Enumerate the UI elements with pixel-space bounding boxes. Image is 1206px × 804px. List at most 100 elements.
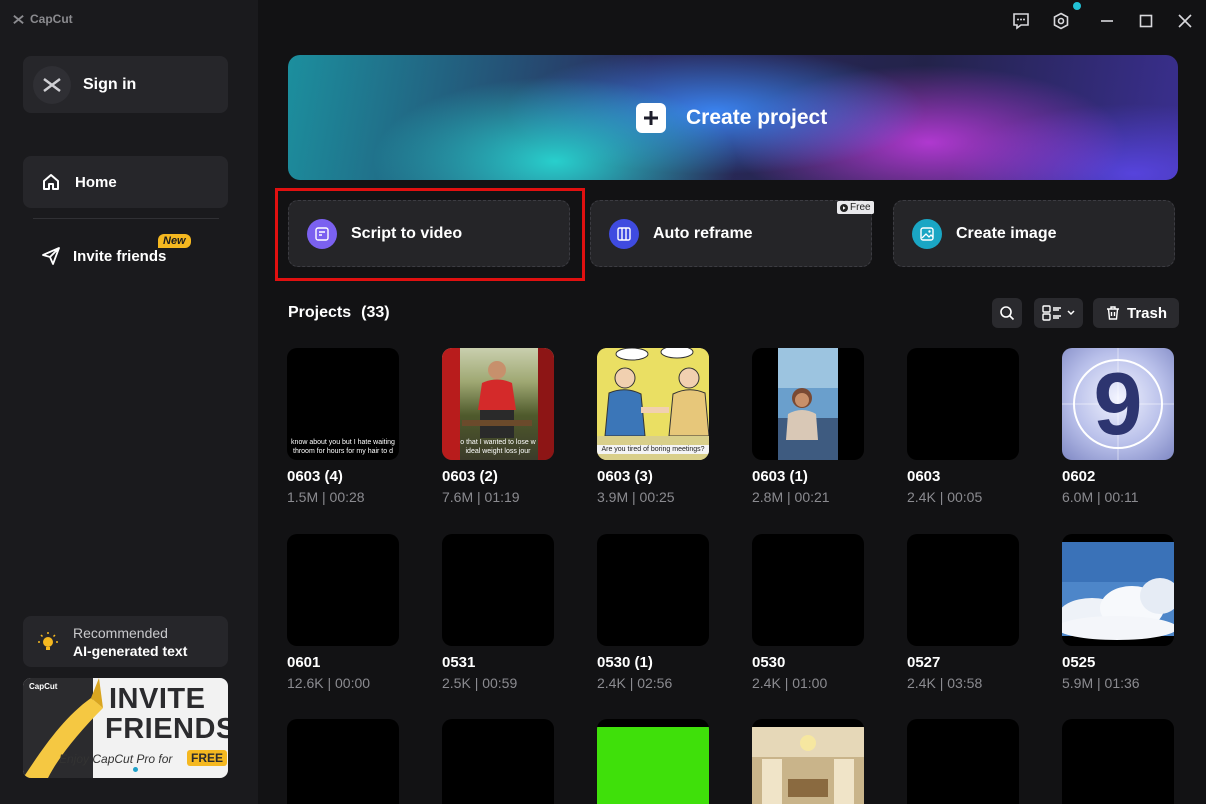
- create-project-label: Create project: [686, 106, 828, 129]
- script-to-video-button[interactable]: Script to video: [288, 200, 570, 267]
- new-badge: New: [158, 234, 191, 248]
- project-meta: 2.8M | 00:21: [752, 489, 830, 505]
- create-image-button[interactable]: Create image: [893, 200, 1175, 267]
- project-card[interactable]: [442, 719, 554, 804]
- sidebar-item-label: Home: [75, 173, 117, 191]
- project-card[interactable]: 0525 5.9M | 01:36: [1062, 534, 1174, 691]
- thumbnail-image: [597, 348, 709, 460]
- feedback-icon[interactable]: [1010, 10, 1032, 32]
- project-card[interactable]: [1062, 719, 1174, 804]
- project-card[interactable]: 0531 2.5K | 00:59: [442, 534, 554, 691]
- minimize-icon[interactable]: [1096, 10, 1118, 32]
- project-thumbnail: [442, 534, 554, 646]
- project-name: 0527: [907, 654, 941, 671]
- capcut-logo-icon: [13, 14, 24, 24]
- sidebar-item-home[interactable]: Home: [23, 156, 228, 208]
- sidebar-item-invite-friends[interactable]: Invite friends New: [23, 232, 228, 280]
- project-name: 0530: [752, 654, 786, 671]
- search-icon: [1000, 306, 1015, 321]
- app-logo: CapCut: [12, 12, 73, 26]
- project-card[interactable]: 0527 2.4K | 03:58: [907, 534, 1019, 691]
- free-badge: Free: [837, 201, 874, 214]
- chevron-down-icon: [1067, 310, 1075, 316]
- send-icon: [42, 247, 60, 265]
- home-icon: [43, 174, 59, 190]
- project-thumbnail: [752, 534, 864, 646]
- project-card[interactable]: 0530 (1) 2.4K | 02:56: [597, 534, 709, 691]
- project-meta: 3.9M | 00:25: [597, 489, 675, 505]
- project-thumbnail: [1062, 719, 1174, 804]
- banner-title-2: FRIENDS: [105, 713, 228, 745]
- project-card[interactable]: know about you but I hate waiting throom…: [287, 348, 399, 505]
- project-thumbnail: [907, 719, 1019, 804]
- project-meta: 2.4K | 02:56: [597, 675, 673, 691]
- trash-label: Trash: [1126, 304, 1168, 322]
- projects-title: Projects: [288, 304, 352, 321]
- project-card[interactable]: 0530 2.4K | 01:00: [752, 534, 864, 691]
- project-meta: 2.4K | 03:58: [907, 675, 983, 691]
- projects-count: (33): [361, 304, 390, 321]
- project-meta: 2.4K | 01:00: [752, 675, 828, 691]
- recommended-label: Recommended: [73, 624, 168, 641]
- project-meta: 2.4K | 00:05: [907, 489, 983, 505]
- project-thumbnail: Are you tired of boring meetings?: [597, 348, 709, 460]
- caption-line: know about you but I hate waiting: [291, 439, 395, 446]
- project-card[interactable]: [287, 719, 399, 804]
- sidebar-item-label: Invite friends: [73, 247, 167, 265]
- project-card[interactable]: [752, 719, 864, 804]
- project-name: 0603 (2): [442, 468, 498, 485]
- project-thumbnail: [907, 348, 1019, 460]
- banner-free-badge: FREE: [187, 750, 228, 766]
- plus-icon: [636, 103, 666, 133]
- project-card[interactable]: [907, 719, 1019, 804]
- sign-in-label: Sign in: [83, 75, 137, 93]
- create-project-button[interactable]: Create project: [288, 55, 1178, 180]
- project-card[interactable]: 0603 (1) 2.8M | 00:21: [752, 348, 864, 505]
- trash-icon: [1106, 306, 1119, 320]
- auto-reframe-button[interactable]: Auto reframe: [590, 200, 872, 267]
- invite-friends-banner[interactable]: CapCut INVITE FRIENDS Enjoy CapCut Pro f…: [23, 678, 228, 778]
- close-icon[interactable]: [1174, 10, 1196, 32]
- tool-label: Create image: [956, 224, 1057, 242]
- tool-label: Script to video: [351, 224, 463, 242]
- project-name: 0603 (3): [597, 468, 653, 485]
- sidebar: CapCut Sign in Home Invite friends New R…: [0, 0, 258, 804]
- banner-brand: CapCut: [29, 682, 58, 691]
- project-name: 0530 (1): [597, 654, 653, 671]
- sign-in-button[interactable]: Sign in: [23, 56, 228, 113]
- trash-button[interactable]: Trash: [1093, 298, 1179, 328]
- thumbnail-image: [752, 727, 864, 804]
- avatar: [33, 65, 71, 104]
- play-circle-icon: [840, 203, 848, 212]
- view-toggle-button[interactable]: [1034, 298, 1083, 328]
- capcut-avatar-icon: [43, 77, 61, 92]
- tool-label: Auto reframe: [653, 224, 753, 242]
- project-name: 0602: [1062, 468, 1096, 485]
- settings-icon[interactable]: [1050, 10, 1072, 32]
- recommended-card[interactable]: Recommended AI-generated text: [23, 616, 228, 667]
- reframe-icon: [609, 218, 639, 249]
- countdown-digit: 9: [1093, 354, 1143, 453]
- project-thumbnail: [752, 719, 864, 804]
- project-thumbnail: [287, 719, 399, 804]
- project-card[interactable]: 9 0602 6.0M | 00:11: [1062, 348, 1174, 505]
- project-card[interactable]: 0601 12.6K | 00:00: [287, 534, 399, 691]
- maximize-icon[interactable]: [1135, 10, 1157, 32]
- carousel-dot[interactable]: [133, 767, 138, 772]
- project-card[interactable]: Are you tired of boring meetings? 0603 (…: [597, 348, 709, 505]
- project-thumbnail: know about you but I hate waiting throom…: [287, 348, 399, 460]
- search-button[interactable]: [992, 298, 1022, 328]
- project-card[interactable]: 0603 2.4K | 00:05: [907, 348, 1019, 505]
- project-card[interactable]: [597, 719, 709, 804]
- thumbnail-image: [1062, 542, 1174, 640]
- image-icon: [912, 218, 942, 249]
- project-thumbnail: [907, 534, 1019, 646]
- project-meta: 6.0M | 00:11: [1062, 489, 1139, 505]
- project-thumbnail: [597, 719, 709, 804]
- project-thumbnail: [597, 534, 709, 646]
- project-name: 0603 (1): [752, 468, 808, 485]
- project-thumbnail: [752, 348, 864, 460]
- thumbnail-image: [778, 348, 838, 460]
- project-card[interactable]: o that I wanted to lose w ideal weight l…: [442, 348, 554, 505]
- thumbnail-caption: know about you but I hate waiting throom…: [287, 438, 399, 456]
